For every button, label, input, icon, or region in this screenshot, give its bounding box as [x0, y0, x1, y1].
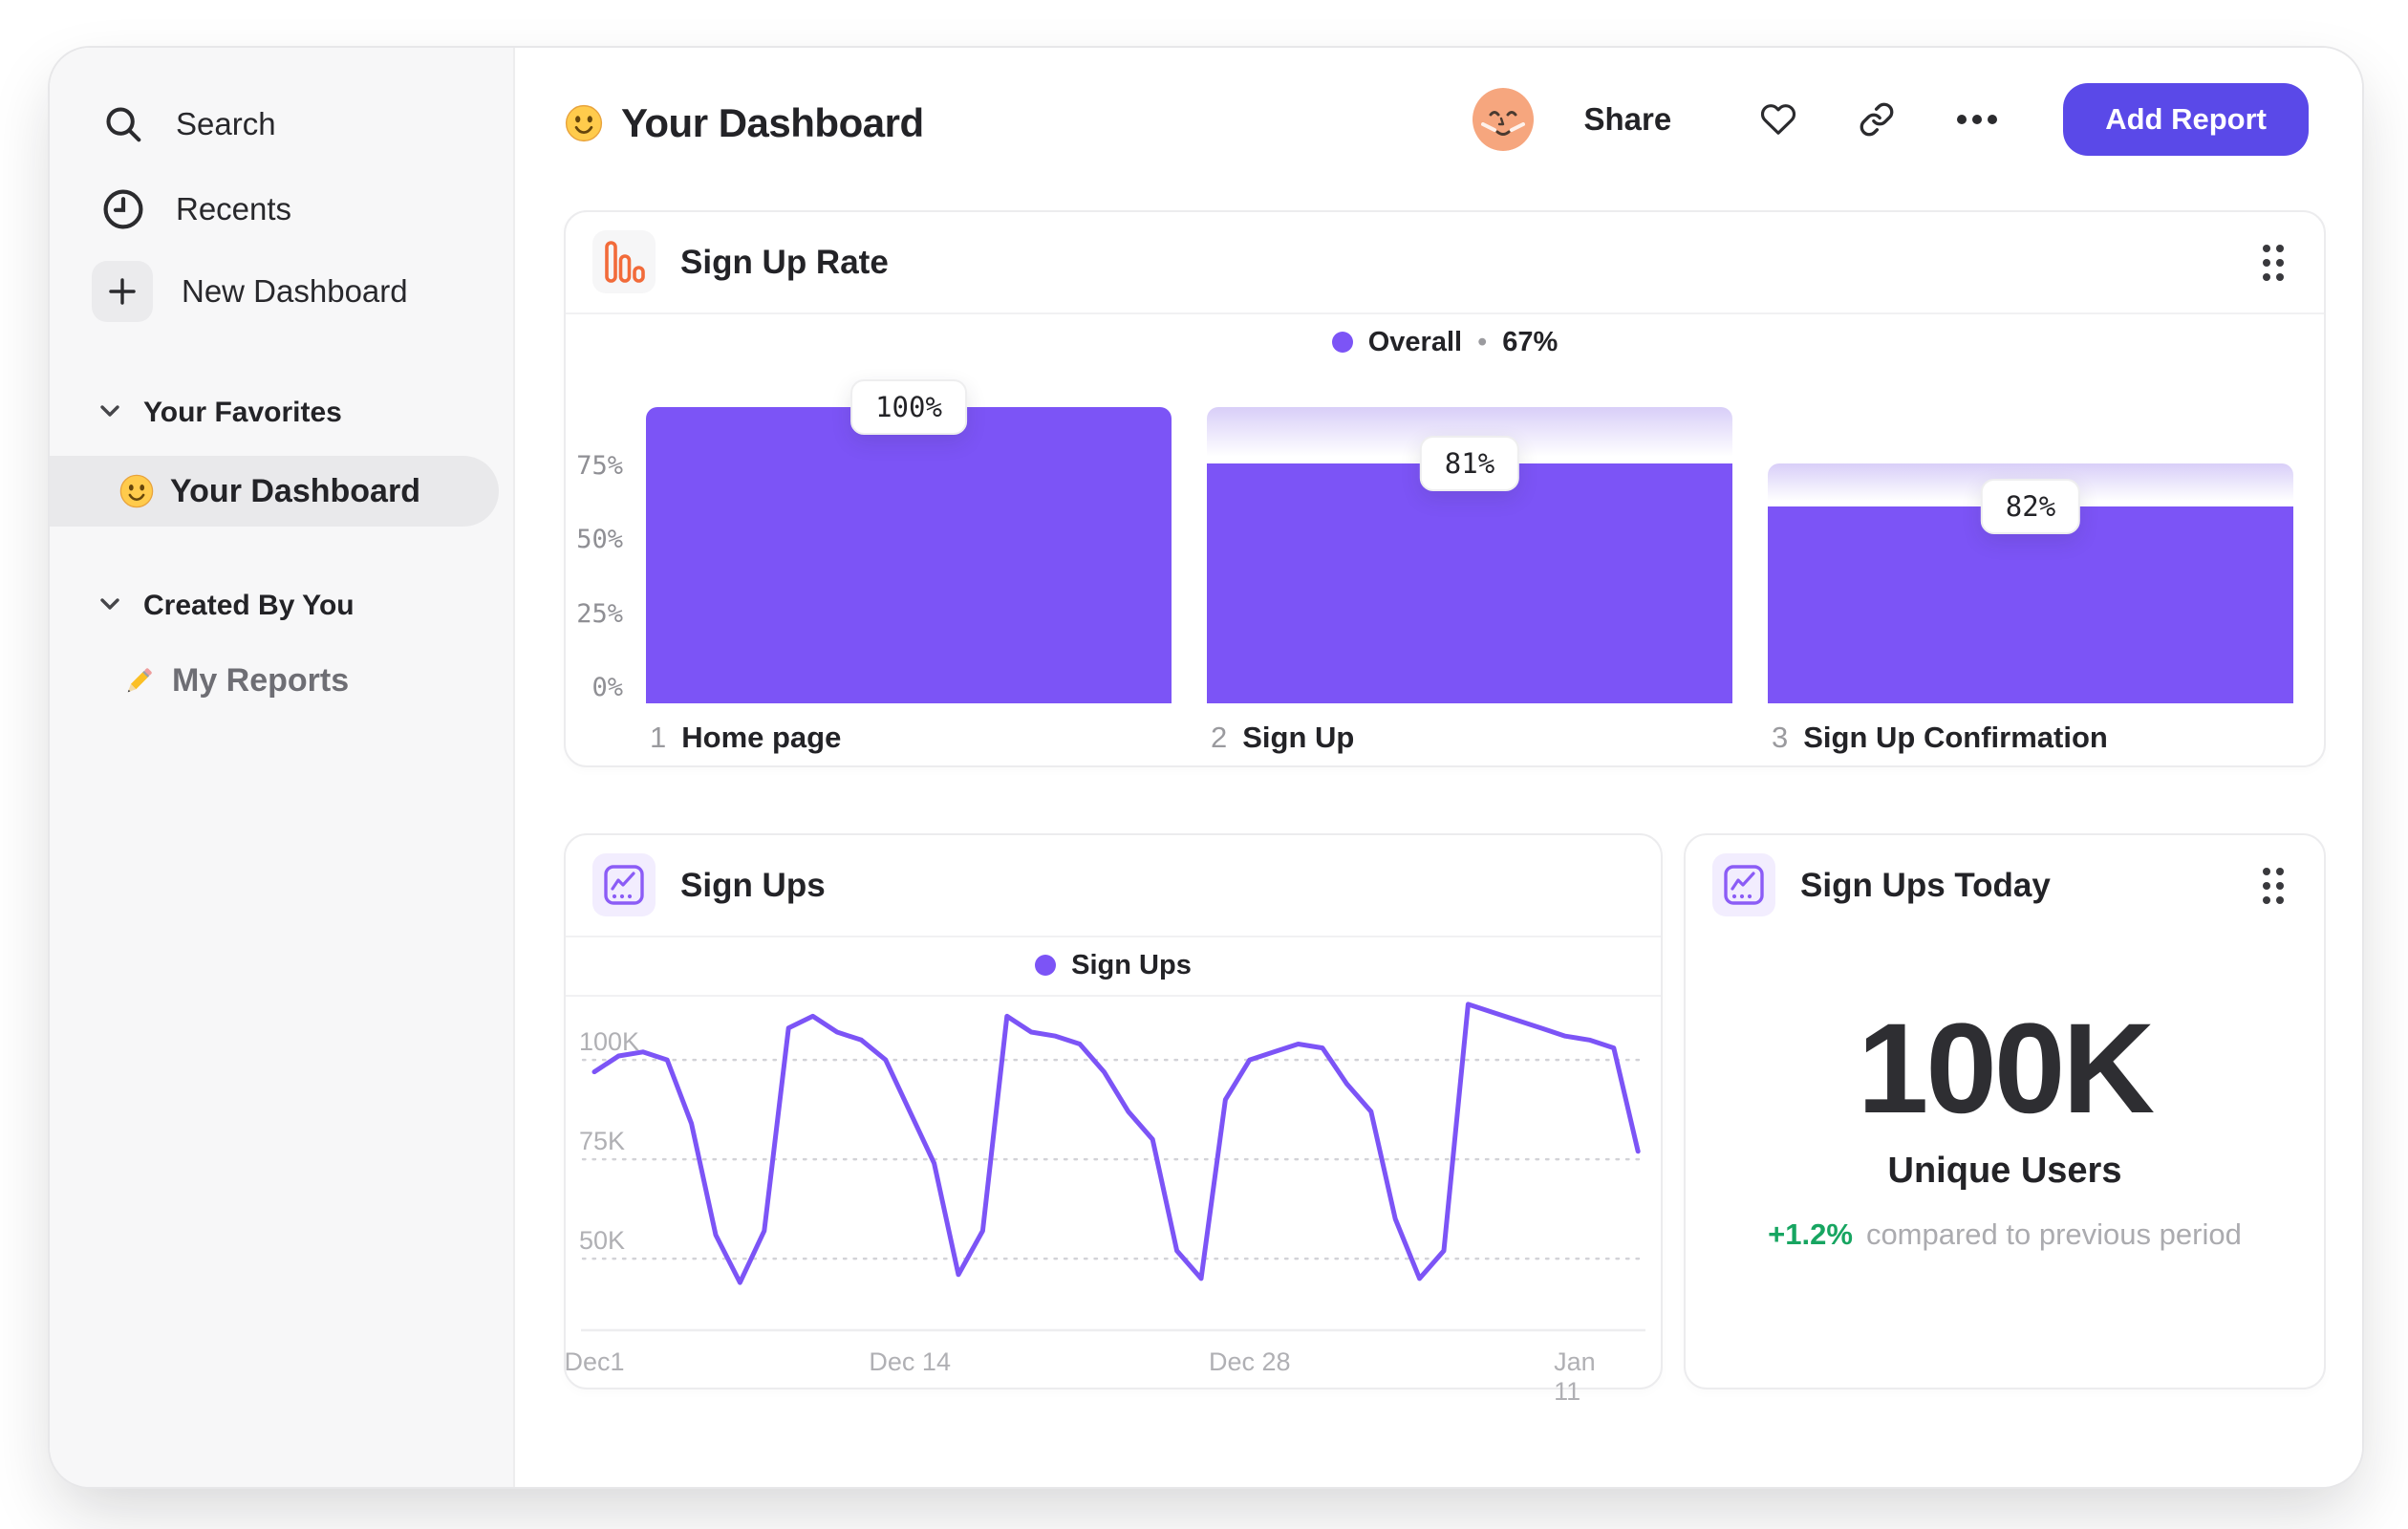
- stat-delta: +1.2%: [1768, 1217, 1853, 1251]
- funnel-step-label: 1 Home page: [650, 721, 842, 754]
- line-x-tick: Jan 11: [1554, 1347, 1596, 1406]
- stat-delta-caption: compared to previous period: [1865, 1217, 2242, 1251]
- section-label: Created By You: [143, 590, 355, 621]
- sidebar: Search Recents New Dashboard Your Favori…: [50, 48, 515, 1487]
- funnel-step-label: 2 Sign Up: [1211, 721, 1355, 754]
- funnel-value-chip: 100%: [850, 379, 967, 435]
- sign-ups-series-line[interactable]: [591, 1001, 1641, 1285]
- section-label: Your Favorites: [143, 397, 342, 428]
- add-report-button[interactable]: Add Report: [2063, 83, 2309, 156]
- share-button[interactable]: Share: [1584, 101, 1672, 138]
- dashboard-header: Your Dashboard: [564, 90, 924, 157]
- line-y-tick: 50K: [579, 1226, 626, 1256]
- avatar[interactable]: [1472, 88, 1535, 151]
- line-y-tick: 75K: [579, 1127, 626, 1156]
- sidebar-item-label: New Dashboard: [182, 273, 408, 309]
- clock-icon: [99, 186, 147, 232]
- sidebar-item-search[interactable]: Search: [50, 82, 513, 166]
- smiley-emoji: [564, 103, 604, 143]
- funnel-y-tick: 25%: [576, 598, 623, 629]
- header-controls: Share Add Report: [1472, 82, 2309, 157]
- funnel-plot: 75% 50% 25% 0% 100% 1 Home page 81% 2 Sign Up 82% 3…: [566, 212, 2324, 765]
- funnel-bar[interactable]: [1768, 506, 2293, 703]
- plus-icon: [92, 261, 153, 322]
- sign-ups-card: Sign Ups Sign Ups 100K 75K 50K Dec1 Dec 14 De…: [564, 833, 1663, 1406]
- stat-value: 100K: [1857, 998, 2155, 1140]
- line-x-tick: Dec 28: [1209, 1347, 1291, 1376]
- sidebar-item-label: Recents: [176, 191, 292, 226]
- card-header: Sign Ups Today: [1686, 835, 2324, 936]
- funnel-bar[interactable]: [646, 407, 1172, 703]
- line-x-tick: Dec 14: [869, 1347, 951, 1376]
- sidebar-item-my-reports[interactable]: My Reports: [50, 657, 513, 703]
- app-window: Search Recents New Dashboard Your Favori…: [48, 46, 2364, 1489]
- sidebar-item-label: My Reports: [172, 661, 350, 699]
- drag-handle-icon[interactable]: [2259, 866, 2288, 911]
- page-title: Your Dashboard: [621, 100, 924, 145]
- line-chart-icon: [1712, 853, 1775, 916]
- card-title: Sign Ups Today: [1800, 866, 2051, 904]
- section-your-favorites[interactable]: Your Favorites: [50, 394, 513, 432]
- sign-up-rate-card: Sign Up Rate Overall • 67% 75% 50% 25% 0% 10…: [564, 210, 2326, 767]
- search-icon: [99, 102, 147, 146]
- favorite-heart-icon[interactable]: [1759, 101, 1797, 138]
- line-x-tick: Dec1: [564, 1347, 625, 1376]
- funnel-y-tick: 50%: [576, 525, 623, 554]
- line-y-tick: 100K: [579, 1027, 640, 1057]
- chevron-down-icon: [99, 597, 120, 615]
- line-plot: 100K 75K 50K Dec1 Dec 14 Dec 28 Jan 11: [564, 835, 1661, 1406]
- sidebar-item-new-dashboard[interactable]: New Dashboard: [50, 249, 513, 334]
- line-chart-svg: [581, 1001, 1645, 1332]
- sidebar-item-label: Search: [176, 106, 276, 141]
- more-options-icon[interactable]: [1956, 114, 1998, 125]
- funnel-y-tick: 75%: [576, 450, 623, 481]
- pencil-emoji: [118, 661, 157, 700]
- section-created-by-you[interactable]: Created By You: [50, 587, 513, 625]
- funnel-value-chip: 81%: [1419, 435, 1520, 491]
- sidebar-item-label: Your Dashboard: [170, 472, 420, 509]
- smiley-emoji: [118, 473, 155, 509]
- sidebar-item-recents[interactable]: Recents: [50, 167, 513, 251]
- funnel-value-chip: 82%: [1980, 479, 2081, 535]
- stat-delta-row: +1.2% compared to previous period: [1686, 1217, 2324, 1252]
- sign-ups-today-card: Sign Ups Today 100K Unique Users +1.2% c…: [1684, 833, 2326, 1389]
- stat-unit-label: Unique Users: [1887, 1151, 2122, 1191]
- funnel-bar[interactable]: [1207, 463, 1732, 703]
- main-content: Your Dashboard Share Add Report Sign Up …: [515, 48, 2362, 1487]
- chevron-down-icon: [99, 404, 120, 422]
- funnel-step-label: 3 Sign Up Confirmation: [1772, 721, 2108, 754]
- copy-link-icon[interactable]: [1859, 101, 1895, 138]
- sidebar-item-your-dashboard[interactable]: Your Dashboard: [50, 456, 499, 527]
- funnel-y-tick: 0%: [591, 673, 623, 702]
